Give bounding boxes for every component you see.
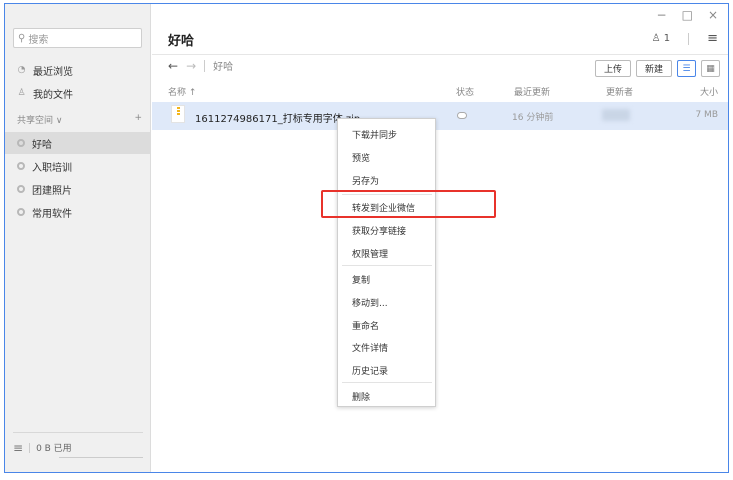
- column-updater[interactable]: 更新者: [606, 85, 633, 98]
- cloud-icon: [457, 112, 467, 119]
- menu-item-download-sync[interactable]: 下载并同步: [352, 128, 397, 141]
- upload-button[interactable]: 上传: [594, 60, 631, 77]
- context-menu: 下载并同步 预览 另存为 转发到企业微信 获取分享链接 权限管理 复制 移动到.…: [337, 118, 436, 407]
- search-icon: ⚲: [18, 32, 26, 44]
- sidebar-item-space[interactable]: 好哈: [5, 132, 151, 154]
- file-row[interactable]: 1611274986171_打标专用字体.zip 16 分钟前 7 MB: [152, 102, 728, 130]
- member-count: 1: [663, 33, 671, 44]
- column-name[interactable]: 名称 ↑: [168, 85, 196, 98]
- file-time: 16 分钟前: [512, 113, 554, 123]
- space-icon: [17, 185, 25, 193]
- space-icon: [17, 162, 25, 170]
- list-view-icon[interactable]: ☰: [677, 60, 696, 77]
- new-button[interactable]: 新建: [635, 60, 672, 77]
- menu-item-file-details[interactable]: 文件详情: [352, 341, 388, 354]
- sidebar-item-label: 入职培训: [32, 162, 72, 174]
- grid-view-icon[interactable]: ▦: [701, 60, 720, 77]
- user-icon: ♙: [17, 88, 26, 98]
- sidebar-item-label: 常用软件: [32, 208, 72, 220]
- breadcrumb: ← → 好哈: [168, 58, 233, 74]
- column-status[interactable]: 状态: [456, 85, 474, 98]
- toolbar: 上传 新建 ☰ ▦: [594, 60, 720, 77]
- members-button[interactable]: ♙ 1: [652, 33, 671, 44]
- hamburger-icon[interactable]: ≡: [13, 441, 23, 455]
- storage-label: 0 B 已用: [36, 444, 72, 454]
- sidebar-item-space[interactable]: 团建照片: [5, 178, 151, 200]
- updater-avatar: [602, 109, 630, 121]
- sidebar-item-label: 团建照片: [32, 185, 72, 197]
- divider: [688, 32, 690, 45]
- sidebar-item-space[interactable]: 入职培训: [5, 155, 151, 177]
- menu-item-history[interactable]: 历史记录: [352, 364, 388, 377]
- header-actions: ♙ 1 ≡: [652, 31, 718, 46]
- menu-item-copy[interactable]: 复制: [352, 273, 370, 286]
- space-icon: [17, 139, 25, 147]
- divider: [29, 442, 31, 453]
- menu-item-permissions[interactable]: 权限管理: [352, 247, 388, 260]
- highlight-box: [321, 190, 496, 218]
- clock-icon: ◔: [17, 65, 26, 75]
- menu-item-move-to[interactable]: 移动到...: [352, 296, 388, 309]
- sidebar-item-my-files[interactable]: ♙ 我的文件: [5, 82, 151, 104]
- column-updated[interactable]: 最近更新: [514, 85, 550, 98]
- user-icon: ♙: [651, 33, 661, 44]
- add-space-button[interactable]: +: [134, 113, 142, 126]
- zip-file-icon: [171, 105, 185, 123]
- menu-divider: [342, 382, 432, 383]
- space-icon: [17, 208, 25, 216]
- file-size: 7 MB: [695, 110, 718, 120]
- minimize-icon[interactable]: −: [657, 8, 667, 22]
- sidebar: ⚲ 搜索 ◔ 最近浏览 ♙ 我的文件 共享空间 ∨ + 好哈 入职培训 团建照片: [5, 4, 151, 472]
- menu-icon[interactable]: ≡: [707, 31, 718, 46]
- main-panel: − □ × 好哈 ♙ 1 ≡ ← → 好哈 上传 新建 ☰ ▦ 名称 ↑ 状态 …: [152, 4, 728, 472]
- sidebar-item-label: 最近浏览: [33, 66, 73, 78]
- menu-item-share-link[interactable]: 获取分享链接: [352, 224, 406, 237]
- sidebar-item-space[interactable]: 常用软件: [5, 201, 151, 223]
- search-input[interactable]: ⚲ 搜索: [13, 28, 142, 48]
- back-arrow-icon[interactable]: ←: [168, 59, 178, 73]
- maximize-icon[interactable]: □: [682, 8, 693, 22]
- file-name: 1611274986171_打标专用字体.zip: [195, 114, 361, 125]
- breadcrumb-item[interactable]: 好哈: [213, 58, 233, 73]
- search-placeholder: 搜索: [28, 34, 49, 46]
- chevron-down-icon[interactable]: ∨: [56, 116, 63, 126]
- column-size[interactable]: 大小: [700, 85, 718, 98]
- header-divider: [152, 54, 728, 55]
- window-controls: − □ ×: [657, 8, 718, 22]
- menu-item-save-as[interactable]: 另存为: [352, 174, 379, 187]
- sidebar-item-label: 好哈: [32, 139, 52, 151]
- page-title: 好哈: [168, 34, 195, 49]
- divider: [204, 59, 206, 72]
- menu-item-rename[interactable]: 重命名: [352, 319, 379, 332]
- shared-space-label: 共享空间: [17, 116, 54, 126]
- sidebar-item-recent[interactable]: ◔ 最近浏览: [5, 59, 151, 81]
- sidebar-item-label: 我的文件: [33, 89, 73, 101]
- forward-arrow-icon[interactable]: →: [186, 59, 196, 73]
- storage-bar: [59, 457, 143, 458]
- shared-space-header[interactable]: 共享空间 ∨ +: [17, 113, 142, 126]
- menu-divider: [342, 265, 432, 266]
- column-header: 名称 ↑ 状态 最近更新 更新者 大小: [152, 82, 728, 100]
- menu-item-delete[interactable]: 删除: [352, 390, 370, 403]
- menu-item-preview[interactable]: 预览: [352, 151, 370, 164]
- close-icon[interactable]: ×: [708, 8, 718, 22]
